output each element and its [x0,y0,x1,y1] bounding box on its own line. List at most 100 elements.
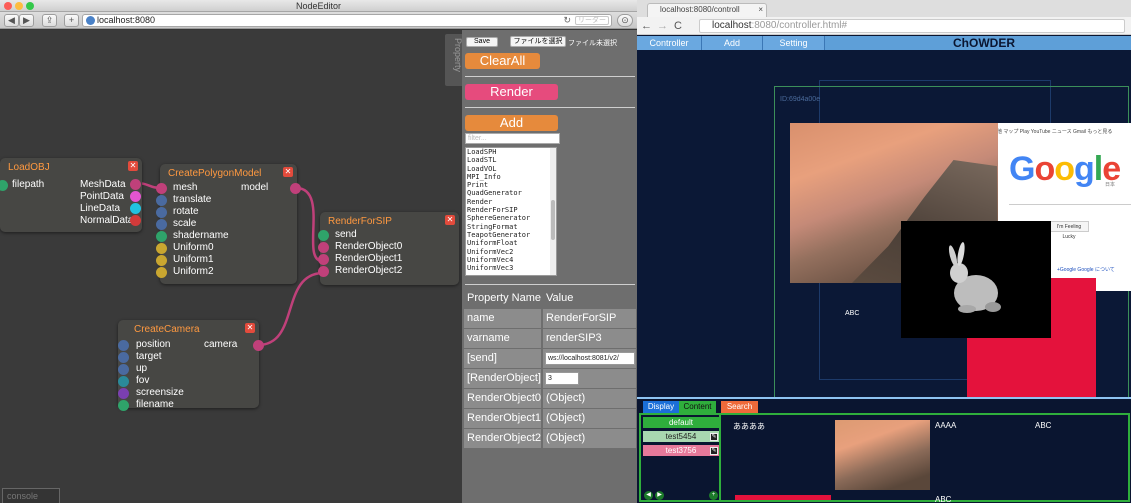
port-dot[interactable] [156,267,167,278]
close-icon[interactable]: ✕ [128,161,138,171]
list-item[interactable]: Render [467,198,556,206]
property-key: [RenderObject] [464,369,541,388]
reload-icon[interactable]: ↻ [563,15,571,26]
port-dot[interactable] [156,219,167,230]
browser-tab[interactable]: localhost:8080/controll × [647,3,767,17]
render-button[interactable]: Render [465,84,558,100]
property-value[interactable]: renderSIP3 [543,329,636,348]
node-createcamera[interactable]: CreateCamera ✕ position target up fov sc… [118,320,264,411]
port-dot[interactable] [130,203,141,214]
list-item[interactable]: LoadSPH [467,148,556,156]
port-dot[interactable] [118,400,129,411]
list-item[interactable]: StringFormat [467,223,556,231]
list-item[interactable]: QuadGenerator [467,189,556,197]
forward-icon[interactable]: → [657,20,668,32]
node-canvas[interactable]: LoadOBJ ✕ filepath MeshData PointData Li… [0,30,462,503]
url-bar[interactable]: localhost:8080 ↻ リーダー [82,14,612,27]
port-dot[interactable] [156,231,167,242]
menu-setting[interactable]: Setting [763,36,825,50]
tab-search[interactable]: Search [721,401,758,413]
renderobject-count-stepper[interactable]: 3 [545,372,579,385]
lucky-button[interactable]: I'm Feeling Lucky [1049,221,1089,240]
add-icon[interactable]: + [709,491,718,500]
add-button[interactable]: Add [465,115,558,131]
share-icon[interactable]: ⇪ [42,14,57,27]
property-tab[interactable]: Property [445,34,463,86]
list-item[interactable]: LoadSTL [467,156,556,164]
console-tab[interactable]: console [2,488,60,503]
tab-display[interactable]: Display [643,401,679,413]
port-dot[interactable] [156,255,167,266]
property-value[interactable]: RenderForSIP [543,309,636,328]
node-type-list[interactable]: LoadSPH LoadSTL LoadVOL MPI_Info Print QuadGe… [465,147,557,276]
thumbnail-image[interactable] [835,420,930,490]
download-icon[interactable]: ⊙ [617,14,633,27]
port-dot[interactable] [290,183,301,194]
port-dot[interactable] [156,195,167,206]
port-dot[interactable] [156,243,167,254]
save-button[interactable]: Save [466,37,498,47]
edit-icon[interactable]: ✎ [710,447,718,455]
next-icon[interactable]: ▶ [655,491,664,500]
clearall-button[interactable]: ClearAll [465,53,540,69]
port-dot[interactable] [318,230,329,241]
port-dot[interactable] [130,215,141,226]
menu-add[interactable]: Add [702,36,763,50]
port-dot[interactable] [118,352,129,363]
list-scrollbar[interactable] [550,148,556,275]
port-dot[interactable] [156,183,167,194]
file-choose-button[interactable]: ファイルを選択 [510,36,566,47]
node-loadobj[interactable]: LoadOBJ ✕ filepath MeshData PointData Li… [0,158,142,232]
port-dot[interactable] [118,376,129,387]
back-icon[interactable]: ← [641,20,652,32]
red-thumb[interactable] [735,495,831,500]
list-item[interactable]: MPI_Info [467,173,556,181]
port-dot[interactable] [156,207,167,218]
filter-input[interactable]: filter... [465,133,560,144]
send-url-input[interactable]: ws://localhost:8081/v2/ [545,352,635,365]
url-field[interactable]: localhost:8080/controller.html# [699,19,1125,33]
list-item[interactable]: UniformVec3 [467,264,556,272]
property-key: varname [464,329,541,348]
port-dot[interactable] [118,340,129,351]
back-button[interactable]: ◀ [4,14,19,27]
port-dot[interactable] [0,180,8,191]
close-tab-icon[interactable]: × [758,4,763,16]
port-dot[interactable] [253,340,264,351]
node-renderforsip[interactable]: RenderForSIP ✕ send RenderObject0 Render… [318,212,459,285]
close-icon[interactable]: ✕ [445,215,455,225]
bunny-render[interactable] [901,221,1051,338]
node-editor-window: NodeEditor ◀ ▶ ⇪ + localhost:8080 ↻ リーダー… [0,0,637,503]
port-label: Uniform1 [173,254,214,265]
list-item[interactable]: UniformFloat [467,239,556,247]
port-dot[interactable] [130,179,141,190]
tab-content[interactable]: Content [679,401,716,413]
port-dot[interactable] [118,364,129,375]
edit-icon[interactable]: ✎ [710,433,718,441]
add-tab-button[interactable]: + [64,14,79,27]
list-item[interactable]: RenderForSIP [467,206,556,214]
forward-button[interactable]: ▶ [19,14,34,27]
reload-icon[interactable]: C [674,20,682,32]
port-dot[interactable] [318,266,329,277]
list-item[interactable]: default [643,417,719,428]
list-item[interactable]: UniformVec2 [467,248,556,256]
list-item[interactable]: Print [467,181,556,189]
port-label: filename [136,399,174,410]
reader-button[interactable]: リーダー [575,16,609,25]
close-icon[interactable]: ✕ [245,323,255,333]
close-icon[interactable]: ✕ [283,167,293,177]
port-dot[interactable] [130,191,141,202]
port-dot[interactable] [118,388,129,399]
prev-icon[interactable]: ◀ [644,491,653,500]
list-item[interactable]: LoadVOL [467,165,556,173]
menu-controller[interactable]: Controller [637,36,702,50]
list-item[interactable]: test3756 [643,445,719,456]
list-item[interactable]: test5454 [643,431,719,442]
list-item[interactable]: SphereGenerator [467,214,556,222]
port-dot[interactable] [318,242,329,253]
port-dot[interactable] [318,254,329,265]
list-item[interactable]: TeapotGenerator [467,231,556,239]
node-createpolygonmodel[interactable]: CreatePolygonModel ✕ mesh translate rota… [156,164,301,284]
list-item[interactable]: UniformVec4 [467,256,556,264]
